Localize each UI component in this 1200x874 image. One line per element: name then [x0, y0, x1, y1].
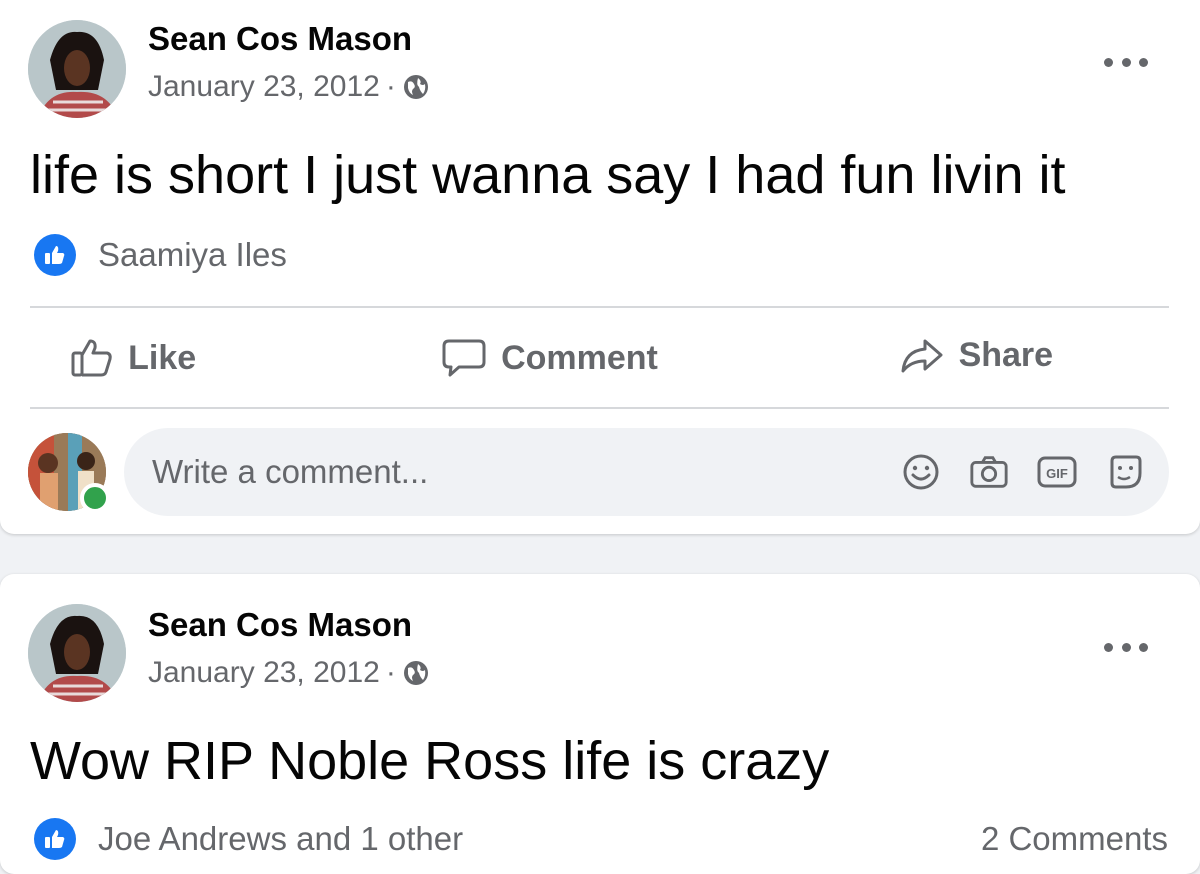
- more-options-icon[interactable]: [1104, 640, 1148, 654]
- like-label: Like: [128, 338, 197, 377]
- author-name[interactable]: Sean Cos Mason: [148, 606, 412, 644]
- current-user-avatar[interactable]: [28, 433, 110, 513]
- thumbs-up-icon: [34, 234, 76, 276]
- divider: [30, 407, 1169, 409]
- reaction-names[interactable]: Joe Andrews and 1 other: [98, 820, 463, 858]
- post-date[interactable]: January 23, 2012: [148, 70, 380, 104]
- post-card: Sean Cos Mason January 23, 2012 · Wow RI…: [0, 574, 1200, 874]
- author-avatar[interactable]: [28, 604, 126, 702]
- share-label: Share: [958, 335, 1054, 374]
- reactions-row[interactable]: Joe Andrews and 1 other 2 Comments: [34, 818, 1168, 860]
- author-avatar[interactable]: [28, 20, 126, 118]
- comment-input[interactable]: [124, 452, 873, 492]
- share-icon: [901, 339, 943, 373]
- comment-count[interactable]: 2 Comments: [981, 820, 1168, 858]
- emoji-icon[interactable]: [901, 452, 941, 492]
- thumbs-up-icon: [34, 818, 76, 860]
- post-actions: Like Comment Share: [30, 310, 1169, 406]
- post-meta: January 23, 2012 ·: [148, 70, 430, 104]
- reactions-row[interactable]: Saamiya Iles: [34, 234, 1168, 276]
- more-options-icon[interactable]: [1104, 55, 1148, 69]
- share-button[interactable]: Share: [783, 335, 1169, 375]
- author-name[interactable]: Sean Cos Mason: [148, 20, 412, 58]
- post-text: life is short I just wanna say I had fun…: [30, 145, 1066, 205]
- reaction-names[interactable]: Saamiya Iles: [98, 236, 287, 274]
- meta-separator: ·: [385, 70, 396, 103]
- online-status-indicator: [80, 483, 110, 513]
- globe-icon[interactable]: [402, 659, 430, 687]
- comment-icon: [442, 339, 486, 377]
- svg-text:GIF: GIF: [1046, 466, 1068, 481]
- post-meta: January 23, 2012 ·: [148, 656, 430, 690]
- post-text: Wow RIP Noble Ross life is crazy: [30, 731, 830, 791]
- comment-composer: GIF: [124, 428, 1169, 516]
- comment-label: Comment: [501, 338, 658, 377]
- post-date[interactable]: January 23, 2012: [148, 656, 380, 690]
- divider: [30, 306, 1169, 308]
- sticker-icon[interactable]: [1105, 452, 1145, 492]
- globe-icon[interactable]: [402, 73, 430, 101]
- camera-icon[interactable]: [969, 452, 1009, 492]
- comment-button[interactable]: Comment: [356, 337, 742, 379]
- composer-tools: GIF: [873, 452, 1145, 492]
- gif-icon[interactable]: GIF: [1037, 452, 1077, 492]
- post-card: Sean Cos Mason January 23, 2012 · life i…: [0, 0, 1200, 534]
- meta-separator: ·: [385, 656, 396, 689]
- like-icon: [71, 339, 112, 377]
- like-button[interactable]: Like: [0, 337, 326, 379]
